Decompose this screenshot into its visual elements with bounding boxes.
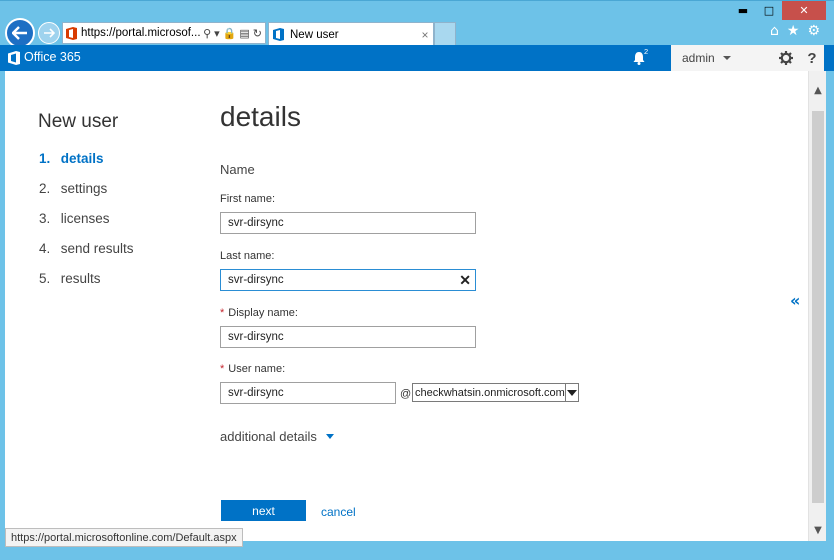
first-name-label: First name: — [220, 193, 276, 205]
scroll-up-icon[interactable]: ▲ — [809, 83, 827, 97]
window-frame-right — [826, 71, 834, 541]
chevron-down-icon — [566, 389, 577, 396]
new-tab-button[interactable] — [434, 22, 456, 46]
step-settings[interactable]: 2. settings — [39, 181, 134, 211]
clear-input-icon[interactable]: ✕ — [459, 272, 471, 289]
forward-button[interactable] — [38, 22, 60, 44]
caret-down-icon — [722, 56, 731, 60]
address-url: https://portal.microsof... — [81, 27, 201, 39]
select-arrow[interactable] — [564, 384, 578, 401]
first-name-input[interactable]: svr-dirsync — [220, 212, 476, 234]
step-details[interactable]: 1. details — [39, 151, 134, 181]
arrow-right-icon — [44, 28, 55, 38]
display-name-value: svr-dirsync — [228, 331, 284, 343]
scroll-thumb[interactable] — [812, 111, 824, 503]
domain-value: checkwhatsin.onmicrosoft.com — [415, 386, 565, 399]
user-name-input[interactable]: svr-dirsync — [220, 382, 396, 404]
cancel-link[interactable]: cancel — [321, 505, 356, 519]
user-name-label: * User name: — [220, 363, 286, 375]
main-content: New user 1. details 2. settings 3. licen… — [5, 71, 808, 541]
section-name-label: Name — [220, 162, 255, 177]
last-name-value: svr-dirsync — [228, 274, 284, 286]
collapse-panel-icon[interactable]: « — [790, 291, 800, 310]
display-name-input[interactable]: svr-dirsync — [220, 326, 476, 348]
last-name-input[interactable]: svr-dirsync ✕ — [220, 269, 476, 291]
compat-icon[interactable]: ▤ — [239, 27, 249, 40]
home-icon[interactable]: ⌂ — [770, 23, 779, 39]
arrow-left-icon — [12, 26, 27, 40]
required-marker: * — [220, 363, 225, 375]
favorites-star-icon[interactable]: ★ — [787, 23, 800, 39]
vertical-scrollbar[interactable]: ▲ ▼ — [808, 71, 826, 541]
lock-icon[interactable]: 🔒 — [223, 27, 237, 40]
site-icon — [66, 26, 77, 40]
address-bar[interactable]: https://portal.microsof... ⚲ ▾ 🔒 ▤ ↻ — [62, 22, 266, 44]
back-button[interactable] — [5, 18, 35, 48]
office-tab-icon — [273, 28, 284, 41]
minimize-icon[interactable]: ▬ — [730, 1, 756, 20]
tab-new-user[interactable]: New user × — [268, 22, 434, 46]
next-button[interactable]: next — [221, 500, 306, 521]
required-marker: * — [220, 307, 225, 319]
close-window-icon[interactable]: ✕ — [782, 1, 826, 20]
user-menu[interactable]: admin — [671, 45, 772, 71]
browser-chrome: ▬ □ ✕ https://portal.microsof... ⚲ ▾ 🔒 ▤… — [0, 0, 834, 48]
domain-select[interactable]: checkwhatsin.onmicrosoft.com — [412, 383, 579, 402]
step-results[interactable]: 5. results — [39, 271, 134, 301]
wizard-title: New user — [38, 111, 119, 132]
additional-details-toggle[interactable]: additional details — [220, 429, 334, 444]
page-title: details — [220, 101, 301, 132]
user-name-value: svr-dirsync — [228, 387, 284, 399]
help-button[interactable]: ? — [800, 45, 824, 71]
window-controls: ▬ □ ✕ — [730, 1, 826, 20]
tab-close-icon[interactable]: × — [417, 28, 433, 42]
settings-button[interactable] — [772, 45, 800, 71]
last-name-label: Last name: — [220, 250, 275, 262]
tab-title: New user — [290, 28, 339, 41]
step-licenses[interactable]: 3. licenses — [39, 211, 134, 241]
gear-icon — [779, 51, 793, 65]
tools-gear-icon[interactable]: ⚙ — [807, 23, 820, 39]
search-icon[interactable]: ⚲ — [203, 27, 211, 40]
at-sign: @ — [400, 388, 412, 400]
first-name-value: svr-dirsync — [228, 217, 284, 229]
user-name: admin — [682, 51, 715, 65]
scroll-down-icon[interactable]: ▼ — [809, 523, 827, 537]
refresh-icon[interactable]: ↻ — [253, 27, 262, 40]
office-logo-icon[interactable] — [8, 51, 20, 65]
notification-count: 2 — [644, 47, 649, 56]
wizard-steps: 1. details 2. settings 3. licenses 4. se… — [39, 151, 134, 301]
brand-title[interactable]: Office 365 — [24, 50, 81, 64]
status-bar-url: https://portal.microsoftonline.com/Defau… — [5, 528, 243, 547]
step-send-results[interactable]: 4. send results — [39, 241, 134, 271]
dropdown-icon[interactable]: ▾ — [214, 27, 220, 40]
maximize-icon[interactable]: □ — [756, 1, 782, 20]
caret-down-icon — [325, 434, 334, 439]
display-name-label: * Display name: — [220, 307, 298, 319]
